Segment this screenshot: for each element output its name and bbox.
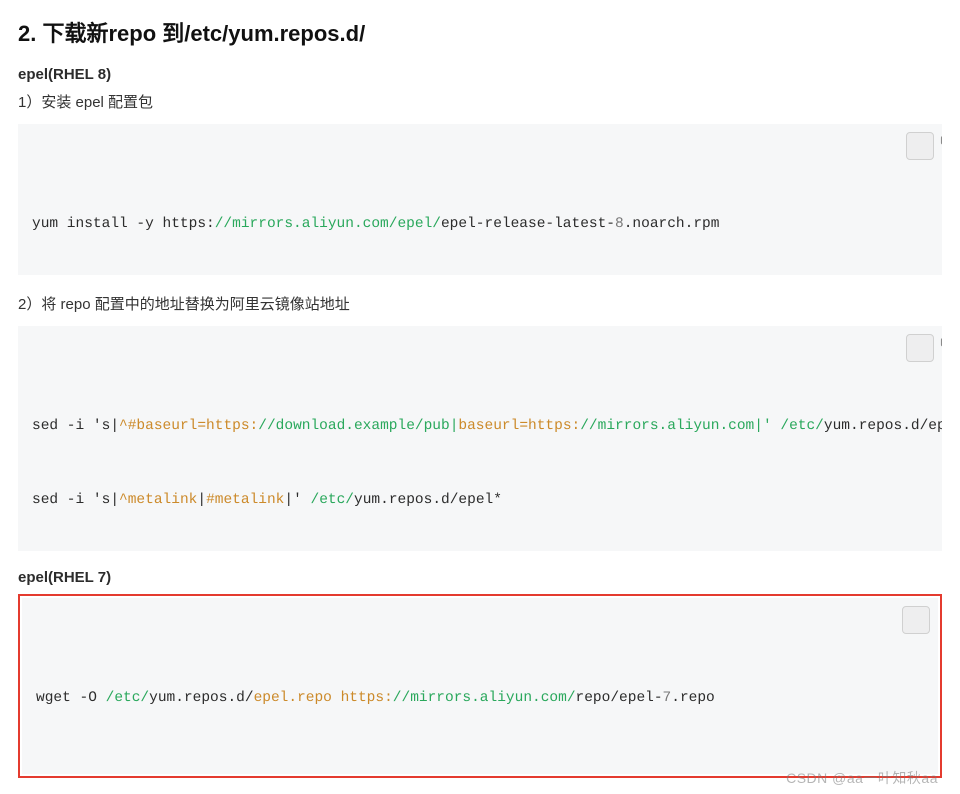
code-line: sed -i 's|^#baseurl=https://download.exa…	[32, 414, 928, 439]
code-block-3: wget -O /etc/yum.repos.d/epel.repo https…	[22, 598, 938, 774]
copy-icon	[886, 326, 942, 385]
copy-icon	[886, 124, 942, 183]
copy-button[interactable]	[906, 334, 934, 362]
subheading-rhel7: epel(RHEL 7)	[18, 569, 942, 586]
code-line: wget -O /etc/yum.repos.d/epel.repo https…	[36, 686, 924, 711]
step-1-label: 1）安装 epel 配置包	[18, 91, 942, 112]
highlighted-region: wget -O /etc/yum.repos.d/epel.repo https…	[18, 594, 942, 778]
copy-button[interactable]	[902, 606, 930, 634]
step-2-label: 2）将 repo 配置中的地址替换为阿里云镜像站地址	[18, 293, 942, 314]
code-line: sed -i 's|^metalink|#metalink|' /etc/yum…	[32, 488, 928, 513]
section-heading: 2. 下载新repo 到/etc/yum.repos.d/	[18, 16, 942, 48]
code-block-1: yum install -y https://mirrors.aliyun.co…	[18, 124, 942, 275]
copy-button[interactable]	[906, 132, 934, 160]
copy-icon	[874, 598, 938, 657]
code-block-2[interactable]: sed -i 's|^#baseurl=https://download.exa…	[18, 326, 942, 551]
subheading-rhel8: epel(RHEL 8)	[18, 66, 942, 83]
code-line: yum install -y https://mirrors.aliyun.co…	[32, 212, 928, 237]
